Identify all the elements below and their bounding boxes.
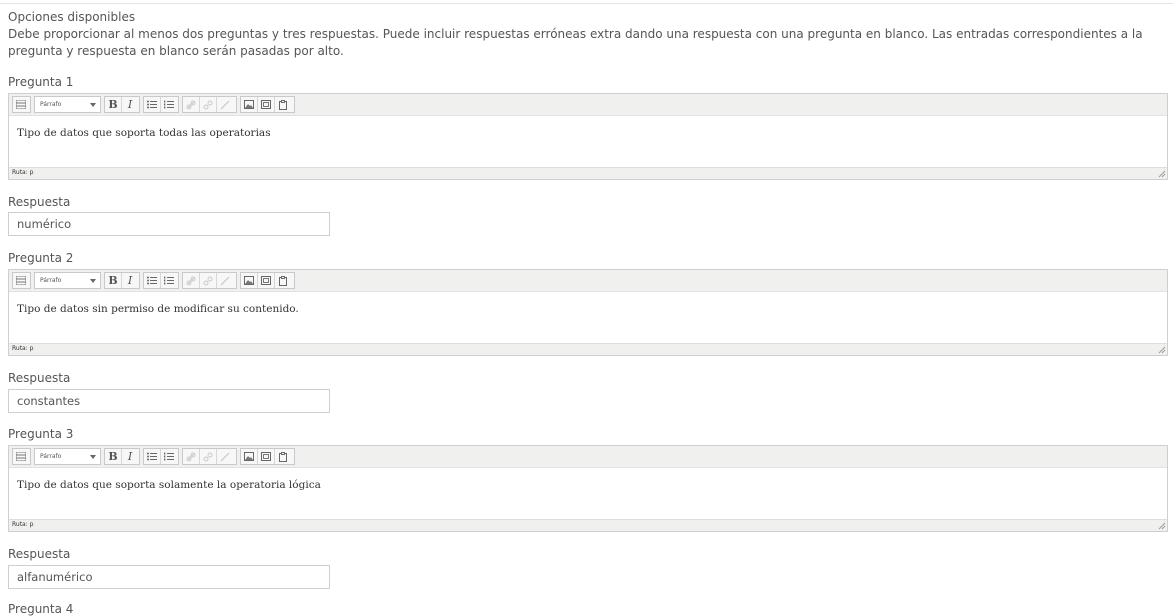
anchor-icon[interactable]: [217, 449, 233, 464]
answer-2-label: Respuesta: [8, 371, 71, 385]
editor-statusbar: Ruta: p: [9, 167, 1167, 179]
question-1-label: Pregunta 1: [8, 75, 74, 89]
paragraph-format-value: Párrafo: [40, 277, 62, 284]
paragraph-format-value: Párrafo: [40, 101, 62, 108]
element-path: Ruta: p: [12, 345, 34, 352]
media-icon[interactable]: [258, 273, 274, 288]
element-path: Ruta: p: [12, 521, 34, 528]
italic-icon[interactable]: I: [122, 97, 138, 112]
numbered-list-icon[interactable]: [161, 449, 177, 464]
editor-toolbar: Párrafo B I: [9, 270, 1167, 292]
numbered-list-icon[interactable]: [161, 97, 177, 112]
element-path: Ruta: p: [12, 169, 34, 176]
link-icon[interactable]: [183, 273, 199, 288]
question-4-label: Pregunta 4: [8, 602, 74, 616]
paste-icon[interactable]: [275, 97, 291, 112]
question-1-editor[interactable]: Párrafo B I Tipo de datos que soporta to…: [8, 93, 1168, 180]
paste-icon[interactable]: [275, 449, 291, 464]
top-divider: [0, 3, 1173, 4]
bold-icon[interactable]: B: [105, 449, 121, 464]
image-icon[interactable]: [241, 449, 257, 464]
editor-statusbar: Ruta: p: [9, 343, 1167, 355]
editor-toolbar: Párrafo B I: [9, 94, 1167, 116]
bold-icon[interactable]: B: [105, 273, 121, 288]
answer-1-label: Respuesta: [8, 195, 71, 209]
anchor-icon[interactable]: [217, 97, 233, 112]
numbered-list-icon[interactable]: [161, 273, 177, 288]
paragraph-format-select[interactable]: Párrafo: [34, 448, 101, 465]
media-icon[interactable]: [258, 97, 274, 112]
bullet-list-icon[interactable]: [144, 97, 160, 112]
toolbar-toggle-icon[interactable]: [13, 273, 29, 288]
question-1-text: Tipo de datos que soporta todas las oper…: [17, 127, 271, 139]
italic-icon[interactable]: I: [122, 273, 138, 288]
answer-2-input[interactable]: [8, 389, 330, 413]
question-3-editor[interactable]: Párrafo B I Tipo de datos que soporta so…: [8, 445, 1168, 532]
media-icon[interactable]: [258, 449, 274, 464]
editor-statusbar: Ruta: p: [9, 519, 1167, 531]
paragraph-format-select[interactable]: Párrafo: [34, 272, 101, 289]
italic-icon[interactable]: I: [122, 449, 138, 464]
resize-grip-icon[interactable]: [1158, 346, 1166, 354]
link-icon[interactable]: [183, 449, 199, 464]
anchor-icon[interactable]: [217, 273, 233, 288]
toolbar-toggle-icon[interactable]: [13, 97, 29, 112]
question-3-label: Pregunta 3: [8, 427, 74, 441]
dropdown-arrow-icon: [90, 279, 96, 283]
section-title: Opciones disponibles: [8, 10, 136, 24]
question-2-label: Pregunta 2: [8, 251, 74, 265]
answer-3-label: Respuesta: [8, 547, 71, 561]
link-icon[interactable]: [183, 97, 199, 112]
paste-icon[interactable]: [275, 273, 291, 288]
paragraph-format-value: Párrafo: [40, 453, 62, 460]
bullet-list-icon[interactable]: [144, 449, 160, 464]
toolbar-toggle-icon[interactable]: [13, 449, 29, 464]
bold-icon[interactable]: B: [105, 97, 121, 112]
image-icon[interactable]: [241, 97, 257, 112]
answer-1-input[interactable]: [8, 212, 330, 236]
image-icon[interactable]: [241, 273, 257, 288]
unlink-icon[interactable]: [200, 449, 216, 464]
answer-3-input[interactable]: [8, 565, 330, 589]
question-2-editor[interactable]: Párrafo B I Tipo de datos sin permiso de…: [8, 269, 1168, 356]
resize-grip-icon[interactable]: [1158, 522, 1166, 530]
unlink-icon[interactable]: [200, 97, 216, 112]
unlink-icon[interactable]: [200, 273, 216, 288]
resize-grip-icon[interactable]: [1158, 170, 1166, 178]
dropdown-arrow-icon: [90, 103, 96, 107]
paragraph-format-select[interactable]: Párrafo: [34, 96, 101, 113]
question-2-text: Tipo de datos sin permiso de modificar s…: [17, 303, 299, 315]
editor-toolbar: Párrafo B I: [9, 446, 1167, 468]
bullet-list-icon[interactable]: [144, 273, 160, 288]
dropdown-arrow-icon: [90, 455, 96, 459]
section-description: Debe proporcionar al menos dos preguntas…: [8, 27, 1143, 58]
question-3-text: Tipo de datos que soporta solamente la o…: [17, 479, 321, 491]
